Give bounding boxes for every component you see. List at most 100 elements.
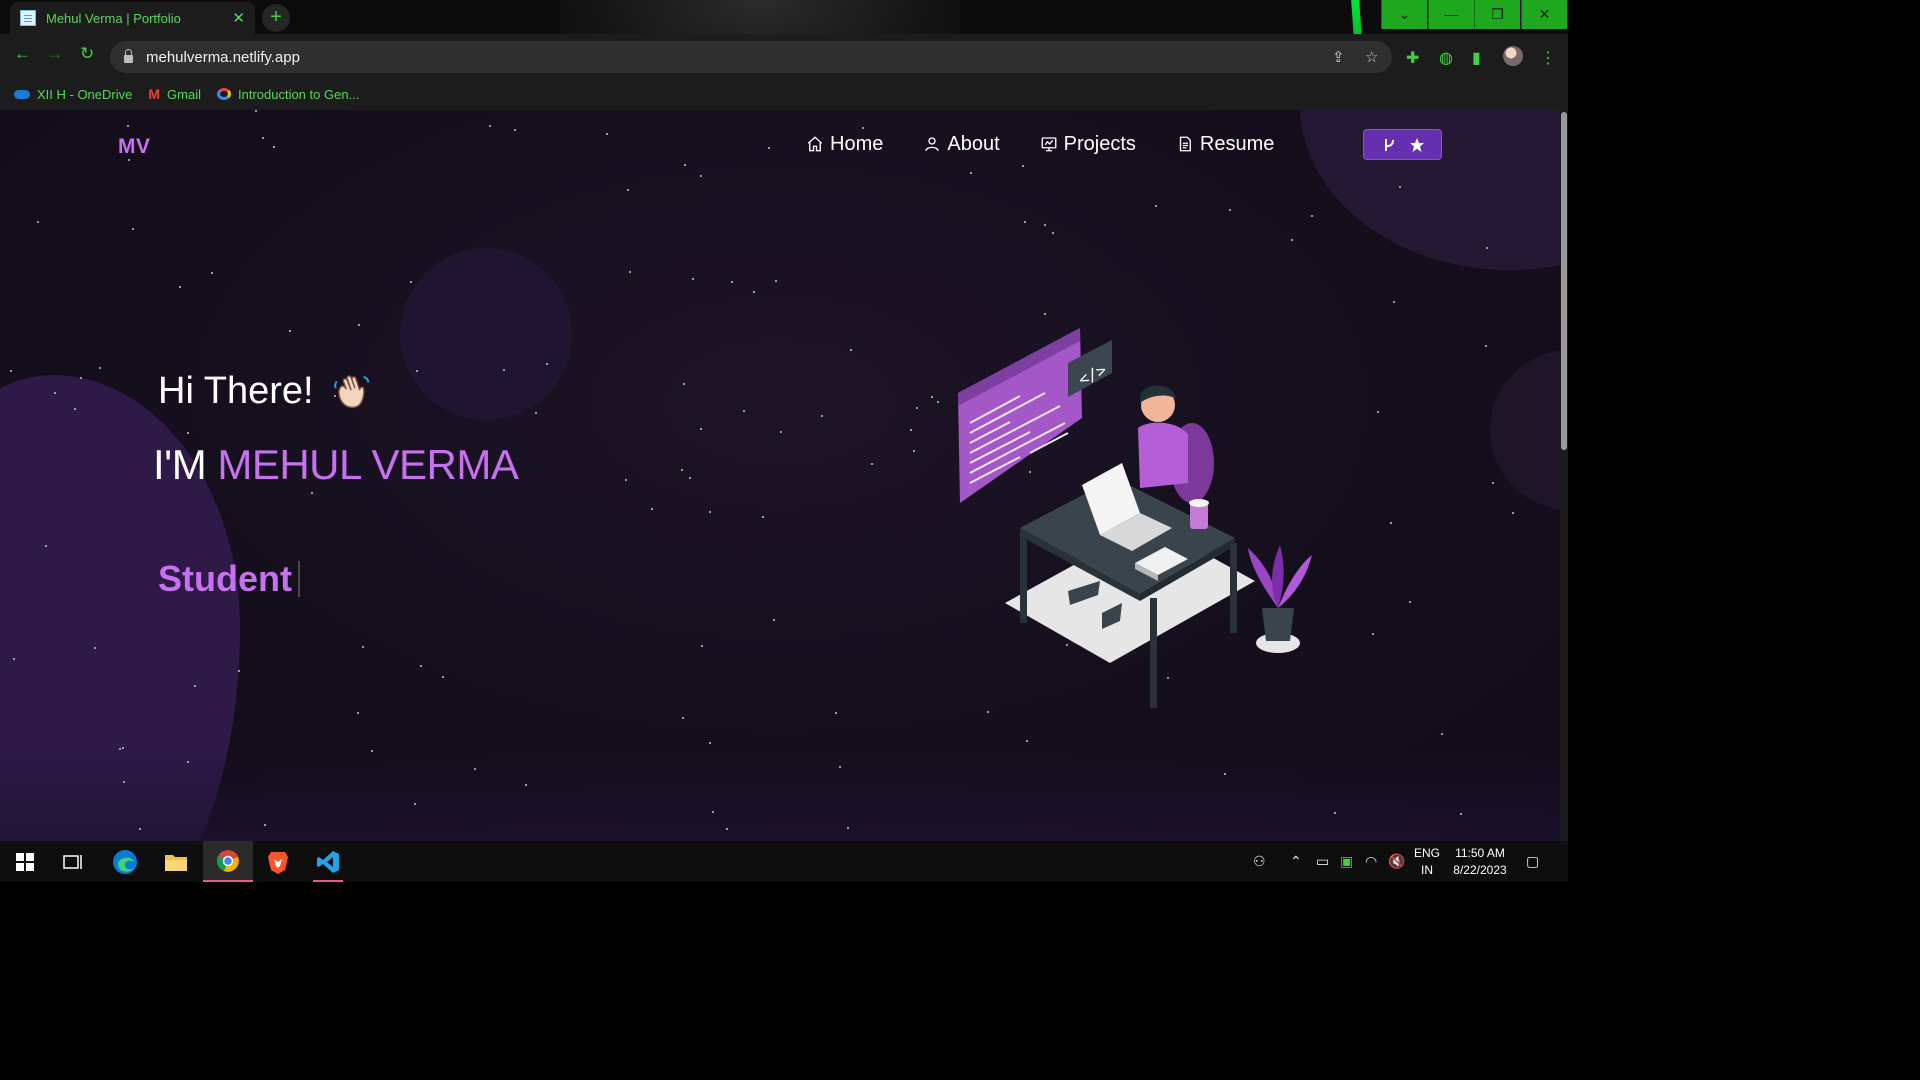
star-dot [1460, 813, 1462, 815]
star-dot [709, 511, 711, 513]
nav-projects[interactable]: Projects [1040, 130, 1136, 158]
star-dot [910, 429, 912, 431]
hero-name: I'M MEHUL VERMA [153, 441, 519, 489]
brave-taskbar-button[interactable] [253, 841, 303, 882]
star-dot [358, 324, 360, 326]
clock-time: 11:50 AM [1455, 846, 1505, 860]
onedrive-icon [14, 89, 30, 99]
star-dot [262, 137, 264, 139]
extension-leaf-icon[interactable]: ◍ [1439, 48, 1453, 68]
edge-taskbar-button[interactable] [100, 841, 150, 882]
home-icon [807, 136, 823, 152]
star-dot [410, 281, 412, 283]
lock-icon[interactable] [124, 49, 133, 63]
chrome-taskbar-button[interactable] [203, 841, 253, 882]
star-dot [442, 676, 444, 678]
star-dot [773, 619, 775, 621]
language-indicator[interactable]: ENG IN [1412, 845, 1442, 879]
star-dot [187, 432, 189, 434]
star-dot [987, 711, 989, 713]
star-dot [862, 127, 864, 129]
running-indicator [313, 880, 343, 882]
star-dot [629, 271, 631, 273]
star-dot [289, 330, 291, 332]
nav-label: Home [830, 132, 884, 155]
close-icon: ✕ [1538, 6, 1551, 22]
meet-now-icon[interactable]: ▭ [1316, 853, 1329, 870]
star-dot [503, 369, 505, 371]
star-dot [1390, 522, 1392, 524]
vscode-icon [317, 850, 339, 873]
star-dot [692, 278, 694, 280]
url-text[interactable]: mehulverma.netlify.app [146, 49, 300, 66]
windows-taskbar: ⚇ ⌃ ▭ ▣ ◠ 🔇 ENG IN 11:50 AM 8/22/2023 ▢ [0, 841, 1568, 882]
nav-about[interactable]: About [923, 130, 1000, 158]
github-star-button[interactable] [1363, 129, 1442, 160]
star-dot [743, 410, 745, 412]
minimize-button[interactable]: — [1428, 0, 1474, 29]
vscode-taskbar-button[interactable] [303, 841, 353, 882]
star-dot [871, 463, 873, 465]
star-dot [414, 803, 416, 805]
lang-region: IN [1421, 863, 1433, 877]
volume-muted-icon[interactable]: 🔇 [1388, 853, 1405, 870]
tab-search-button[interactable]: ⌄ [1381, 0, 1427, 29]
star-dot [712, 811, 714, 813]
star-dot [525, 784, 527, 786]
restore-button[interactable]: ❐ [1474, 0, 1520, 29]
star-dot [238, 670, 240, 672]
people-icon[interactable]: ⚇ [1253, 853, 1266, 870]
address-bar[interactable]: mehulverma.netlify.app ⇪ ☆ [110, 41, 1392, 73]
star-dot [132, 228, 134, 230]
battery-icon[interactable]: ▣ [1340, 853, 1353, 870]
site-logo[interactable]: MV [118, 135, 151, 159]
star-dot [606, 133, 608, 135]
star-dot [970, 172, 972, 174]
star-dot [1441, 733, 1443, 735]
star-dot [1224, 773, 1226, 775]
reload-icon[interactable]: ↻ [80, 44, 94, 64]
star-dot [211, 272, 213, 274]
nav-label: Resume [1199, 132, 1275, 155]
star-dot [684, 164, 686, 166]
bookmark-gmail[interactable]: M Gmail [148, 86, 201, 102]
page-scrollbar[interactable] [1560, 110, 1568, 841]
file-explorer-button[interactable] [151, 841, 201, 882]
clock[interactable]: 11:50 AM 8/22/2023 [1448, 845, 1512, 879]
star-dot [1512, 512, 1514, 514]
extensions-icon[interactable]: ✚ [1406, 48, 1419, 68]
side-panel-icon[interactable]: ▮ [1472, 48, 1481, 68]
bookmark-onedrive[interactable]: XII H - OneDrive [14, 87, 132, 102]
task-view-button[interactable] [48, 841, 98, 882]
star-dot [700, 175, 702, 177]
nav-resume[interactable]: Resume [1176, 130, 1274, 158]
star-dot [74, 408, 76, 410]
profile-avatar[interactable] [1503, 46, 1523, 66]
notification-icon[interactable]: ▢ [1526, 853, 1539, 870]
star-dot [700, 428, 702, 430]
forward-icon[interactable]: → [46, 44, 63, 64]
start-button[interactable] [0, 841, 50, 882]
tab-close-icon[interactable]: ✕ [232, 9, 245, 27]
browser-tab[interactable]: Mehul Verma | Portfolio ✕ [10, 2, 255, 34]
back-icon[interactable]: ← [14, 44, 31, 64]
chevron-up-icon[interactable]: ⌃ [1290, 853, 1302, 870]
star-icon [1409, 137, 1424, 152]
star-dot [1334, 812, 1336, 814]
bookmark-star-icon[interactable]: ☆ [1365, 48, 1378, 66]
bookmark-intro-gen[interactable]: Introduction to Gen... [216, 87, 359, 102]
star-dot [1044, 313, 1046, 315]
star-dot [546, 363, 548, 365]
share-icon[interactable]: ⇪ [1332, 48, 1345, 66]
close-window-button[interactable]: ✕ [1521, 0, 1567, 29]
nav-home[interactable]: Home [806, 130, 883, 158]
star-dot [916, 407, 918, 409]
star-dot [194, 685, 196, 687]
star-dot [775, 280, 777, 282]
scrollbar-thumb[interactable] [1561, 112, 1567, 450]
new-tab-button[interactable]: + [262, 4, 290, 32]
star-dot [416, 370, 418, 372]
wifi-icon[interactable]: ◠ [1365, 853, 1377, 870]
menu-kebab-icon[interactable]: ⋮ [1540, 48, 1556, 68]
chevron-down-icon: ⌄ [1398, 6, 1411, 22]
